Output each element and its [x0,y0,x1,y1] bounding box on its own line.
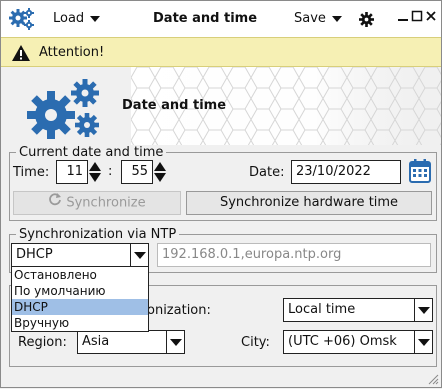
calendar-icon[interactable] [409,159,431,187]
minimize-icon[interactable] [397,10,409,22]
banner-heading: Date and time [122,98,227,113]
chevron-down-icon [90,15,101,22]
time-separator: : [108,164,113,179]
time-label: Time: [13,165,50,180]
banner: Date and time [1,67,441,145]
hour-field[interactable]: 11 [56,160,88,184]
ntp-legend: Synchronization via NTP [19,227,177,242]
dropdown-option-dhcp[interactable]: DHCP [12,299,148,315]
ntp-mode-dropdown[interactable]: Остановлено По умолчанию DHCP Вручную [11,266,149,332]
chevron-down-icon [130,244,148,266]
attention-text: Attention! [39,45,105,60]
tz-sync-value: Local time [288,302,356,317]
resize-grip-icon[interactable] [425,371,439,389]
region-label: Region: [18,335,67,350]
current-legend: Current date and time [19,145,164,160]
city-label: City: [241,335,270,350]
big-gears-icon [25,79,105,145]
dropdown-option-stopped[interactable]: Остановлено [12,267,148,283]
region-select[interactable]: Asia [77,330,185,354]
minute-spinner-icon[interactable] [153,161,167,183]
minute-field[interactable]: 55 [121,160,153,184]
synchronize-hardware-button[interactable]: Synchronize hardware time [186,191,432,215]
attention-bar: Attention! [1,37,441,67]
tz-sync-select[interactable]: Local time [283,298,433,322]
ntp-servers-field[interactable]: 192.168.0.1,europa.ntp.org [157,243,431,267]
synchronize-button[interactable]: Synchronize [13,191,181,215]
chevron-down-icon [331,15,342,22]
load-label: Load [53,11,85,26]
warning-icon [11,44,31,66]
hour-spinner-icon[interactable] [88,161,102,183]
window: Load Date and time Save Attention! Date … [0,0,442,388]
save-label: Save [294,11,326,26]
app-gear-icon[interactable] [9,7,35,35]
chevron-down-icon [166,331,184,353]
close-icon[interactable] [425,10,437,22]
tz-sync-label: onization: [147,303,211,318]
chevron-down-icon [414,299,432,321]
window-title: Date and time [153,11,258,26]
city-select[interactable]: (UTC +06) Omsk [283,330,433,354]
synchronize-label: Synchronize [66,195,146,211]
city-value: (UTC +06) Omsk [288,334,397,349]
dropdown-option-default[interactable]: По умолчанию [12,283,148,299]
chevron-down-icon [414,331,432,353]
ntp-mode-select[interactable]: DHCP [11,243,149,267]
dropdown-option-manual[interactable]: Вручную [12,315,148,331]
date-label: Date: [249,165,285,180]
maximize-icon[interactable] [411,10,423,22]
save-menu[interactable]: Save [294,11,342,26]
titlebar: Load Date and time Save [1,1,441,37]
refresh-icon [48,192,62,214]
settings-gear-icon[interactable] [359,12,374,31]
date-field[interactable]: 23/10/2022 [291,160,401,184]
ntp-mode-value: DHCP [16,247,53,262]
region-value: Asia [82,334,110,349]
load-menu[interactable]: Load [53,11,101,26]
